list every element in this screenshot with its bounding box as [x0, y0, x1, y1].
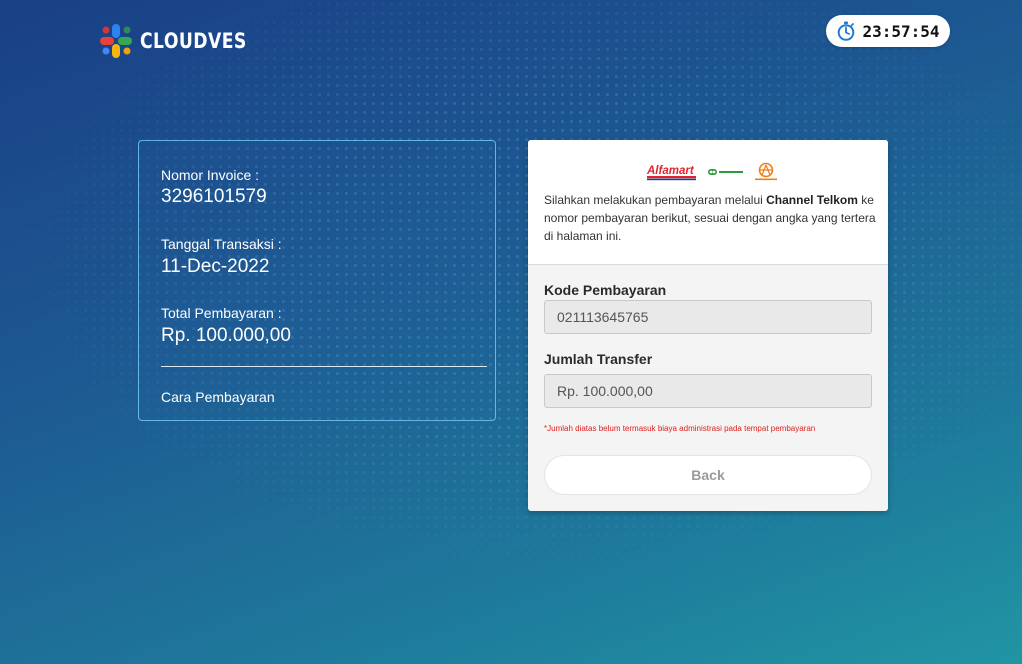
pos-indonesia-logo [755, 162, 777, 181]
invoice-info-panel: Nomor Invoice : 3296101579 Tanggal Trans… [138, 140, 496, 421]
total-payment-value: Rp. 100.000,00 [161, 325, 291, 346]
partner-logos: Alfamart [646, 162, 780, 182]
alfamart-logo-text: Alfamart [646, 165, 695, 177]
alfamart-logo: Alfamart [646, 165, 696, 181]
payment-code-label: Kode Pembayaran [544, 282, 667, 298]
transfer-amount-field[interactable] [544, 374, 872, 408]
back-button[interactable]: Back [544, 455, 872, 495]
payment-card: Alfamart Silahkan melakukan pembayaran m… [528, 140, 888, 511]
transaction-date-label: Tanggal Transaksi : [161, 236, 282, 252]
timer-value: 23:57:54 [862, 21, 940, 41]
admin-fee-note: *Jumlah diatas belum termasuk biaya admi… [544, 424, 816, 433]
payment-instruction: Silahkan melakukan pembayaran melalui Ch… [544, 191, 878, 245]
invoice-number-value: 3296101579 [161, 186, 267, 207]
how-to-pay-link[interactable]: Cara Pembayaran [161, 389, 275, 405]
payment-code-field[interactable] [544, 300, 872, 334]
invoice-number-label: Nomor Invoice : [161, 167, 260, 183]
stopwatch-icon [838, 21, 855, 41]
brand-name: CLOUDVES [140, 29, 247, 53]
transaction-date-value: 11-Dec-2022 [161, 256, 270, 277]
brand-logo: CLOUDVES [98, 22, 270, 60]
instruction-channel: Channel Telkom [766, 193, 858, 207]
instruction-text-start: Silahkan melakukan pembayaran melalui [544, 193, 767, 207]
transfer-amount-label: Jumlah Transfer [544, 351, 653, 367]
total-payment-label: Total Pembayaran : [161, 305, 282, 321]
cloudves-logo-icon [100, 24, 132, 58]
countdown-timer: 23:57:54 [826, 15, 950, 47]
pegadaian-logo [708, 169, 743, 175]
info-divider [161, 366, 487, 367]
payment-card-header: Alfamart Silahkan melakukan pembayaran m… [528, 140, 888, 265]
